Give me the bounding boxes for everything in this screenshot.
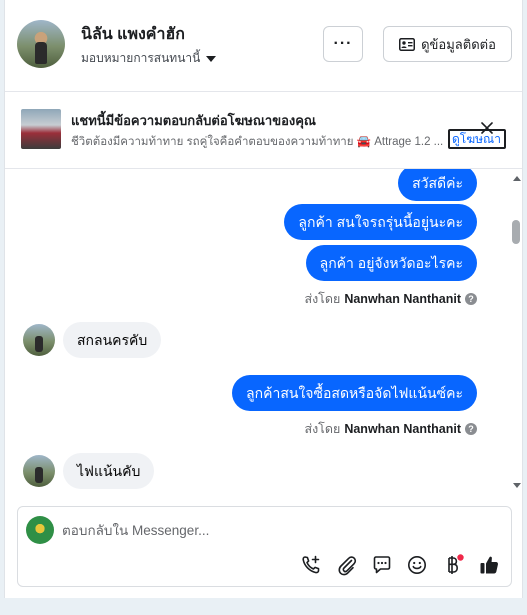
sent-by-name: Nanwhan Nanthanit — [344, 292, 461, 306]
notification-dot — [457, 554, 464, 561]
payment-button[interactable] — [441, 553, 465, 577]
assign-conversation-dropdown[interactable]: มอบหมายการสนทนานี้ — [81, 49, 217, 68]
contact-name[interactable]: นิลัน แพงคำฮัก — [81, 22, 185, 47]
more-options-button[interactable]: ··· — [323, 26, 363, 62]
saved-reply-icon — [373, 556, 391, 574]
ad-thumbnail[interactable] — [21, 109, 61, 149]
sent-by-label: ส่งโดย Nanwhan Nanthanit ? — [304, 419, 477, 439]
emoji-icon — [408, 556, 426, 574]
outgoing-message[interactable]: ลูกค้า สนใจรถรุ่นนี้อยู่นะคะ — [284, 204, 477, 240]
baht-payment-icon — [448, 554, 464, 574]
contact-card-icon — [399, 37, 416, 51]
ad-banner-title: แชทนี้มีข้อความตอบกลับต่อโฆษณาของคุณ — [71, 113, 316, 128]
contact-avatar[interactable] — [17, 20, 65, 68]
sent-by-name: Nanwhan Nanthanit — [344, 422, 461, 436]
phone-add-icon — [302, 555, 320, 574]
close-icon[interactable] — [479, 120, 495, 136]
scroll-down-arrow-icon[interactable] — [512, 482, 522, 490]
saved-reply-button[interactable] — [370, 553, 394, 577]
assign-conversation-label: มอบหมายการสนทนานี้ — [81, 51, 201, 65]
help-icon[interactable]: ? — [465, 423, 477, 435]
reply-composer — [17, 506, 512, 587]
window-bottom-strip — [0, 598, 527, 615]
call-add-button[interactable] — [299, 553, 323, 577]
view-contact-info-label: ดูข้อมูลติดต่อ — [421, 36, 496, 52]
contact-avatar-small[interactable] — [23, 455, 55, 487]
scroll-up-arrow-icon[interactable] — [512, 174, 522, 182]
like-button[interactable] — [477, 553, 501, 577]
scrollbar-thumb[interactable] — [512, 220, 520, 244]
ad-banner-subtitle: ชีวิตต้องมีความท้าทาย รถคู่ใจคือคำตอบของ… — [71, 136, 444, 148]
view-ad-link[interactable]: ดูโฆษณา — [448, 129, 506, 149]
page-avatar — [26, 516, 54, 544]
outgoing-message[interactable]: ลูกค้า อยู่จังหวัดอะไรคะ — [305, 245, 477, 281]
reply-input[interactable] — [62, 519, 492, 541]
outgoing-message[interactable]: สวัสดีค่ะ — [398, 169, 477, 201]
more-dots-icon: ··· — [333, 35, 353, 52]
ad-reply-banner: แชทนี้มีข้อความตอบกลับต่อโฆษณาของคุณ ชีว… — [5, 92, 522, 169]
conversation-panel: นิลัน แพงคำฮัก มอบหมายการสนทนานี้ ··· ดู… — [4, 0, 523, 598]
caret-down-icon — [206, 55, 217, 62]
message-thread: สวัสดีค่ะ ลูกค้า สนใจรถรุ่นนี้อยู่นะคะ ล… — [5, 169, 522, 499]
outgoing-message[interactable]: ลูกค้าสนใจซื้อสดหรือจัดไฟแน้นซ์คะ — [232, 375, 477, 411]
conversation-header: นิลัน แพงคำฮัก มอบหมายการสนทนานี้ ··· ดู… — [5, 0, 522, 92]
incoming-message[interactable]: ไฟแน้นคับ — [63, 453, 155, 489]
sent-by-prefix: ส่งโดย — [304, 292, 341, 306]
attach-button[interactable] — [335, 553, 359, 577]
contact-avatar-small[interactable] — [23, 324, 55, 356]
help-icon[interactable]: ? — [465, 293, 477, 305]
sent-by-label: ส่งโดย Nanwhan Nanthanit ? — [304, 289, 477, 309]
emoji-button[interactable] — [405, 553, 429, 577]
thumbs-up-icon — [480, 556, 498, 574]
sent-by-prefix: ส่งโดย — [304, 422, 341, 436]
incoming-message[interactable]: สกลนครคับ — [63, 322, 162, 358]
paperclip-icon — [338, 556, 357, 576]
view-contact-info-button[interactable]: ดูข้อมูลติดต่อ — [383, 26, 512, 62]
